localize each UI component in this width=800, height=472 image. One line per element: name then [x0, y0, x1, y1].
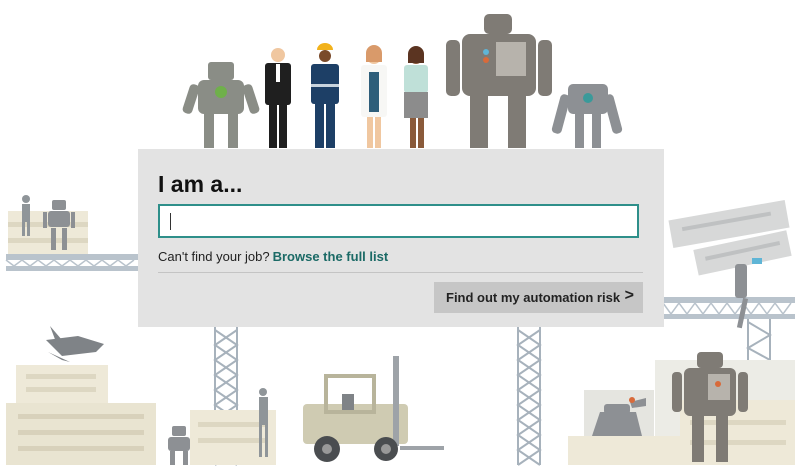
job-search-input[interactable] — [158, 204, 639, 238]
browse-full-list-link[interactable]: Browse the full list — [273, 249, 389, 264]
robot-teal-eye — [551, 84, 623, 148]
help-text-row: Can't find your job? Browse the full list — [158, 249, 388, 264]
text-caret — [170, 213, 171, 230]
left-crates — [6, 365, 156, 465]
doctor — [361, 45, 387, 148]
construction-worker — [311, 43, 339, 148]
page-title: I am a... — [158, 171, 243, 197]
divider — [158, 272, 643, 273]
robot-green-eye — [182, 62, 260, 148]
find-automation-risk-button[interactable]: Find out my automation risk > — [434, 282, 643, 313]
help-text: Can't find your job? — [158, 249, 270, 264]
big-robot-top — [446, 14, 552, 148]
job-search-card: I am a... Can't find your job? Browse the… — [138, 149, 664, 327]
small-robot-bottom — [168, 426, 190, 465]
nurse — [404, 46, 428, 148]
right-conveyor — [662, 297, 795, 361]
businessman — [265, 48, 291, 148]
find-automation-risk-label: Find out my automation risk — [446, 290, 621, 305]
scaffold-right — [516, 327, 542, 466]
forklift — [303, 356, 444, 462]
flying-panels — [668, 199, 792, 276]
drone-aircraft — [46, 326, 104, 362]
chevron-right-icon: > — [624, 287, 634, 304]
